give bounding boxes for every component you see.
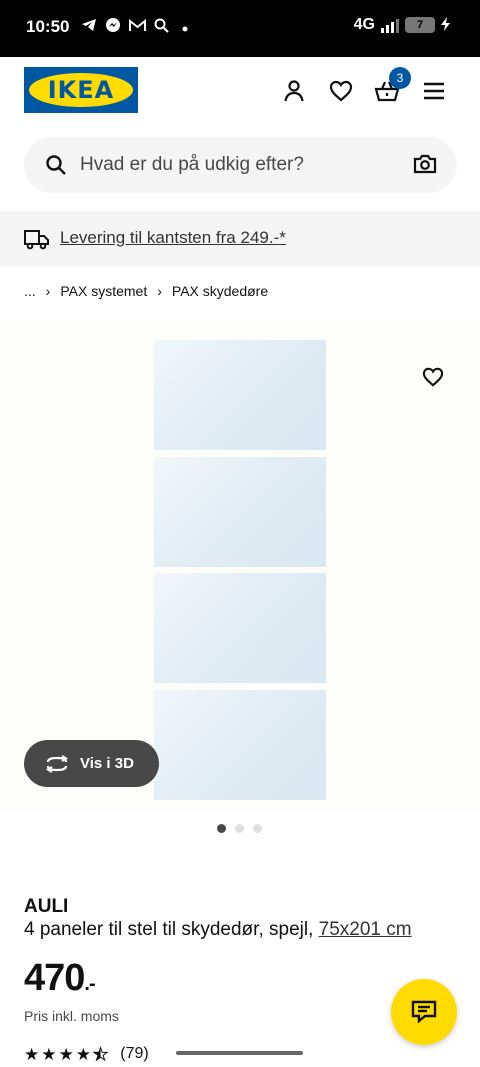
network-type: 4G — [353, 16, 375, 33]
rating-count: (79) — [120, 1045, 149, 1062]
price-value: 470 — [24, 957, 85, 999]
status-bar: 10:50 4G 7 — [0, 0, 480, 57]
pagination-dot[interactable] — [235, 824, 244, 833]
price-suffix: .- — [84, 973, 95, 995]
search-icon — [46, 155, 66, 175]
vat-note: Pris inkl. moms — [24, 1008, 119, 1024]
telegram-icon — [80, 18, 98, 36]
star-half-icon: ★ — [92, 1044, 109, 1064]
battery-icon: 7 — [405, 17, 435, 33]
product-rating[interactable]: ★ ★ ★ ★ ★ (79) — [24, 1045, 149, 1063]
account-button[interactable] — [279, 76, 309, 106]
status-time: 10:50 — [26, 17, 70, 36]
add-to-favourites-button[interactable] — [419, 363, 447, 391]
mirror-panel — [154, 573, 326, 683]
heart-icon — [329, 80, 353, 102]
view-3d-label: Vis i 3D — [80, 755, 134, 772]
search-bar[interactable] — [24, 137, 457, 193]
messenger-icon — [104, 17, 122, 37]
wishlist-button[interactable] — [326, 76, 356, 106]
signal-icon — [381, 17, 399, 33]
star-full-icon: ★ — [41, 1044, 57, 1064]
pagination-dot[interactable] — [253, 824, 262, 833]
delivery-link[interactable]: Levering til kantsten fra 249.-* — [60, 228, 286, 248]
breadcrumb-item-pax-systemet[interactable]: PAX systemet — [60, 283, 147, 299]
truck-icon — [24, 230, 49, 250]
rotate-3d-icon — [45, 754, 69, 773]
mirror-panel — [154, 457, 326, 567]
ikea-logo[interactable]: IKEA — [24, 67, 138, 113]
cart-button[interactable]: 3 — [372, 67, 411, 106]
star-full-icon: ★ — [24, 1044, 40, 1064]
breadcrumb: ... › PAX systemet › PAX skydedøre — [24, 283, 268, 299]
chat-icon — [411, 1000, 437, 1024]
gallery-pagination — [217, 824, 262, 833]
product-price: 470.- — [24, 957, 96, 1000]
menu-button[interactable] — [419, 76, 449, 106]
camera-icon[interactable] — [413, 153, 437, 175]
product-description-text: 4 paneler til stel til skydedør, spejl, — [24, 919, 314, 940]
product-description: 4 paneler til stel til skydedør, spejl, … — [24, 919, 412, 941]
gmail-icon — [128, 18, 146, 36]
breadcrumb-item-pax-skydedore[interactable]: PAX skydedøre — [172, 283, 268, 299]
chat-button[interactable] — [391, 979, 457, 1045]
heart-icon — [422, 367, 444, 387]
cart-count-badge: 3 — [389, 67, 411, 89]
product-dimensions-link[interactable]: 75x201 cm — [319, 919, 412, 940]
status-notification-icons — [80, 17, 194, 37]
product-image-gallery[interactable] — [0, 322, 480, 812]
user-icon — [284, 80, 304, 102]
delivery-banner[interactable]: Levering til kantsten fra 249.-* — [0, 211, 480, 267]
chevron-right-icon: › — [157, 283, 162, 299]
breadcrumb-ellipsis[interactable]: ... — [24, 283, 36, 299]
star-full-icon: ★ — [58, 1044, 74, 1064]
pagination-dot[interactable] — [217, 824, 226, 833]
product-name: AULI — [24, 896, 69, 917]
search-input[interactable] — [80, 137, 400, 193]
mirror-panel — [154, 340, 326, 450]
search-notification-icon — [152, 18, 170, 37]
charging-icon — [441, 16, 450, 34]
logo-text: IKEA — [47, 76, 115, 104]
hamburger-icon — [424, 82, 444, 100]
horizontal-scroll-indicator — [176, 1051, 303, 1055]
star-full-icon: ★ — [75, 1044, 91, 1064]
battery-level: 7 — [416, 19, 424, 31]
dot-icon — [176, 19, 194, 36]
mirror-panel — [154, 690, 326, 800]
chevron-right-icon: › — [45, 283, 51, 299]
view-3d-button[interactable]: Vis i 3D — [24, 740, 159, 787]
